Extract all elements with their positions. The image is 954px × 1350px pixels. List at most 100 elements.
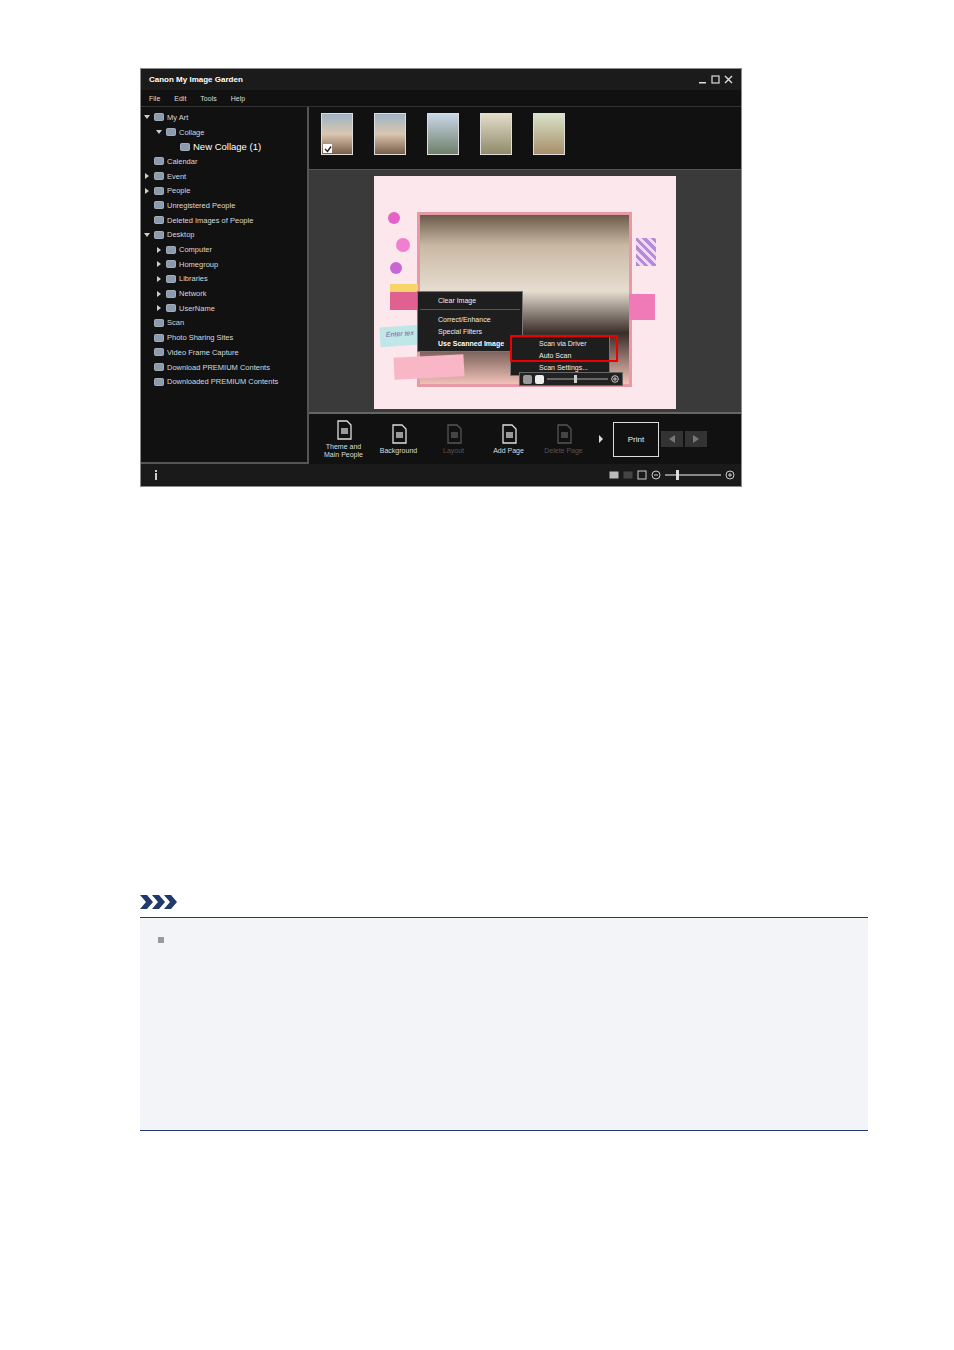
sidebar-item[interactable]: Video Frame Capture (143, 345, 307, 360)
thumbnail[interactable] (321, 113, 353, 155)
document-icon (443, 423, 465, 445)
folder-icon (154, 200, 164, 210)
expand-icon[interactable] (157, 305, 161, 311)
gift-decoration (629, 294, 655, 320)
toolbar-button[interactable]: Background (371, 423, 426, 455)
expand-icon[interactable] (157, 291, 161, 297)
rotate-icon[interactable] (523, 375, 532, 384)
expand-icon[interactable] (145, 188, 149, 194)
expand-icon[interactable] (157, 261, 161, 267)
folder-icon (154, 215, 164, 225)
sidebar-item[interactable]: Collage (143, 125, 307, 140)
maximize-icon[interactable] (711, 75, 720, 84)
zoom-in-icon[interactable] (725, 470, 735, 480)
menu-item[interactable]: Edit (174, 95, 186, 102)
minimize-icon[interactable] (698, 75, 707, 84)
zoom-in-icon[interactable] (611, 375, 619, 383)
sidebar-item[interactable]: Libraries (143, 272, 307, 287)
sidebar-item[interactable]: Scan (143, 316, 307, 331)
toolbar-button[interactable]: Add Page (481, 423, 536, 455)
thumbnail[interactable] (427, 113, 459, 155)
zoom-slider[interactable] (547, 378, 608, 380)
sidebar-item[interactable]: Downloaded PREMIUM Contents (143, 374, 307, 389)
folder-icon (180, 142, 190, 152)
ribbon-decoration (393, 354, 464, 380)
document-icon (388, 423, 410, 445)
hand-icon[interactable] (535, 375, 544, 384)
title-bar: Canon My Image Garden (141, 69, 741, 90)
expand-icon[interactable] (156, 130, 162, 134)
text-ribbon[interactable]: Enter tex (379, 325, 420, 348)
sidebar-item[interactable]: Event (143, 169, 307, 184)
highlight-box (510, 335, 618, 362)
sidebar-item[interactable]: UserName (143, 301, 307, 316)
next-page-icon[interactable] (685, 431, 707, 447)
photo-toolbar (519, 372, 623, 386)
folder-icon (154, 318, 164, 328)
sidebar-item[interactable]: Network (143, 286, 307, 301)
folder-icon (154, 156, 164, 166)
view-icon[interactable] (609, 471, 619, 479)
page: Canon My Image Garden File Edit Tools Help My… (0, 0, 954, 1350)
menu-item[interactable]: Tools (200, 95, 216, 102)
info-icon[interactable] (153, 470, 159, 480)
flower-decoration (396, 238, 410, 252)
flower-decoration (388, 212, 400, 224)
folder-icon (154, 333, 164, 343)
expand-icon[interactable] (157, 247, 161, 253)
zoom-out-icon[interactable] (651, 470, 661, 480)
context-menu-item[interactable]: Special Filters (418, 325, 522, 337)
thumbnail[interactable] (374, 113, 406, 155)
document-icon (498, 423, 520, 445)
context-menu-item[interactable]: Use Scanned Image (418, 337, 522, 349)
flower-decoration (390, 262, 402, 274)
close-icon[interactable] (724, 75, 733, 84)
folder-icon (154, 186, 164, 196)
expand-icon[interactable] (157, 276, 161, 282)
more-arrow-icon[interactable] (599, 435, 603, 443)
document-icon (333, 419, 355, 441)
view-icon[interactable] (623, 471, 633, 479)
toolbar-button[interactable]: Theme and Main People (316, 419, 371, 459)
sidebar-item[interactable]: Photo Sharing Sites (143, 330, 307, 345)
thumbnail-strip (309, 107, 741, 169)
sidebar-item[interactable]: Deleted Images of People (143, 213, 307, 228)
expand-icon[interactable] (144, 115, 150, 119)
submenu: Scan via DriverAuto ScanScan Settings... (510, 336, 610, 376)
check-icon[interactable] (323, 144, 332, 153)
zoom-slider[interactable] (665, 474, 721, 476)
submenu-item[interactable]: Auto Scan (511, 350, 609, 362)
context-menu-item[interactable]: Correct/Enhance (418, 313, 522, 325)
sidebar-item[interactable]: Download PREMIUM Contents (143, 360, 307, 375)
expand-icon[interactable] (145, 173, 149, 179)
fit-icon[interactable] (637, 470, 647, 480)
thumbnail[interactable] (480, 113, 512, 155)
menu-item[interactable]: Help (231, 95, 245, 102)
previous-page-icon[interactable] (661, 431, 683, 447)
sidebar-item[interactable]: Calendar (143, 154, 307, 169)
toolbar-button[interactable]: Delete Page (536, 423, 591, 455)
document-icon (553, 423, 575, 445)
sidebar-item[interactable]: My Art (143, 110, 307, 125)
toolbar-button[interactable]: Layout (426, 423, 481, 455)
sidebar-item[interactable]: People (143, 183, 307, 198)
submenu-item[interactable]: Scan via Driver (511, 338, 609, 350)
window-title: Canon My Image Garden (149, 75, 243, 84)
sidebar-item[interactable]: New Collage (1) (143, 139, 307, 154)
context-menu-item[interactable]: Clear Image (418, 294, 522, 306)
menu-bar: File Edit Tools Help (141, 90, 741, 107)
status-bar (141, 464, 741, 486)
sidebar-item[interactable]: Unregistered People (143, 198, 307, 213)
sidebar-item[interactable]: Computer (143, 242, 307, 257)
folder-icon (154, 347, 164, 357)
print-button[interactable]: Print (613, 422, 659, 457)
expand-icon[interactable] (144, 233, 150, 237)
menu-item[interactable]: File (149, 95, 160, 102)
thumbnail[interactable] (533, 113, 565, 155)
sidebar-item[interactable]: Desktop (143, 228, 307, 243)
folder-icon (154, 377, 164, 387)
gift-decoration (636, 238, 656, 266)
folder-icon (166, 303, 176, 313)
app-window: Canon My Image Garden File Edit Tools Help My… (140, 68, 742, 487)
sidebar-item[interactable]: Homegroup (143, 257, 307, 272)
